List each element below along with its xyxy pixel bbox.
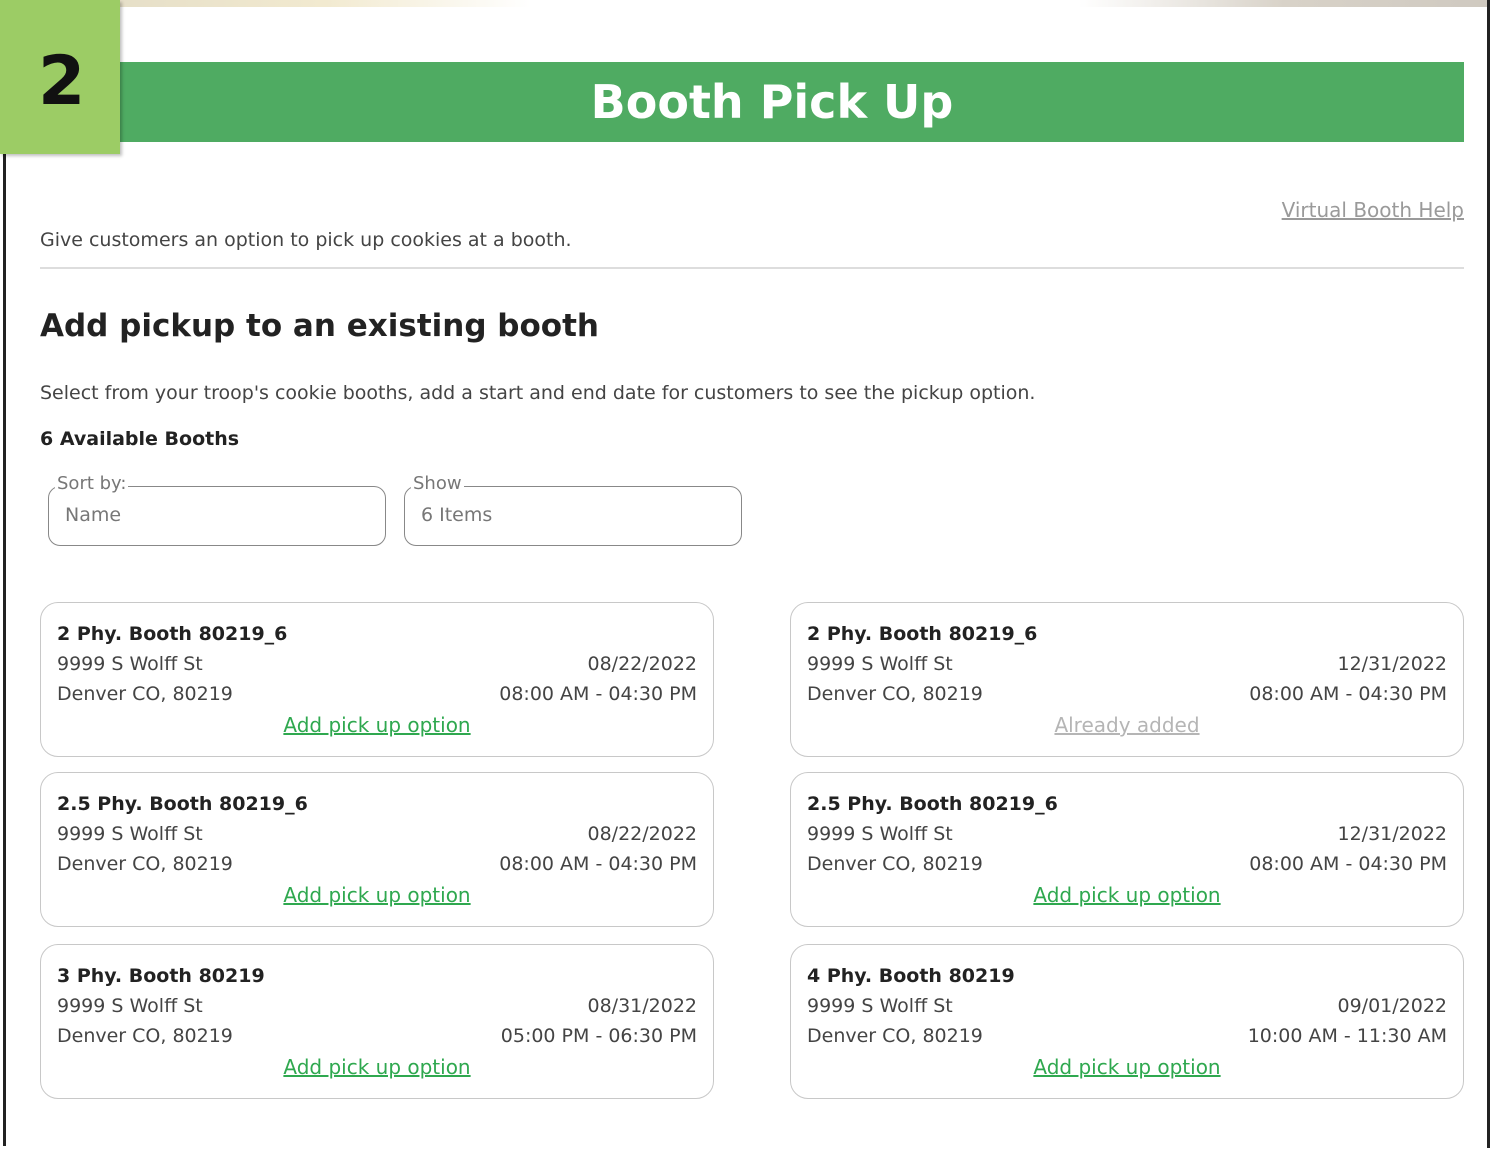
booth-date: 08/22/2022 [587,653,697,675]
header-bar: Booth Pick Up [120,62,1464,142]
booth-city: Denver CO, 80219 [57,683,233,705]
page-frame: 2 Booth Pick Up Virtual Booth Help Give … [0,0,1492,1150]
add-pickup-option-link[interactable]: Add pick up option [791,883,1463,907]
booth-title: 4 Phy. Booth 80219 [807,965,1015,987]
booth-city: Denver CO, 80219 [57,853,233,875]
booth-date: 12/31/2022 [1337,823,1447,845]
show-value: 6 Items [421,504,493,526]
booth-title: 2.5 Phy. Booth 80219_6 [57,793,308,815]
booth-card: 2.5 Phy. Booth 80219_6 9999 S Wolff St D… [40,772,714,927]
booth-date: 12/31/2022 [1337,653,1447,675]
frame-border-left [3,150,6,1146]
booth-city: Denver CO, 80219 [807,853,983,875]
booth-card: 3 Phy. Booth 80219 9999 S Wolff St Denve… [40,944,714,1099]
sort-by-label: Sort by: [55,473,129,494]
booth-street: 9999 S Wolff St [807,995,953,1017]
add-pickup-option-link[interactable]: Add pick up option [791,1055,1463,1079]
booth-title: 2 Phy. Booth 80219_6 [807,623,1038,645]
step-number: 2 [38,42,86,121]
booth-time: 05:00 PM - 06:30 PM [500,1025,697,1047]
frame-border-right [1487,0,1490,1148]
booth-street: 9999 S Wolff St [57,823,203,845]
booth-title: 2.5 Phy. Booth 80219_6 [807,793,1058,815]
booth-card: 2 Phy. Booth 80219_6 9999 S Wolff St Den… [40,602,714,757]
add-pickup-option-link[interactable]: Add pick up option [41,883,713,907]
page-title: Booth Pick Up [590,75,954,129]
top-image-strip [120,0,1490,7]
booth-street: 9999 S Wolff St [57,995,203,1017]
booth-city: Denver CO, 80219 [807,683,983,705]
show-label: Show [411,473,464,494]
booth-time: 08:00 AM - 04:30 PM [1249,853,1447,875]
section-description: Select from your troop's cookie booths, … [40,382,1036,404]
booth-time: 10:00 AM - 11:30 AM [1247,1025,1447,1047]
booth-time: 08:00 AM - 04:30 PM [499,683,697,705]
booth-date: 09/01/2022 [1337,995,1447,1017]
show-items-select[interactable]: Show 6 Items [404,473,742,546]
intro-text: Give customers an option to pick up cook… [40,229,572,251]
add-pickup-option-link[interactable]: Add pick up option [41,713,713,737]
booth-street: 9999 S Wolff St [807,823,953,845]
virtual-booth-help-link[interactable]: Virtual Booth Help [1282,198,1464,222]
add-pickup-option-link[interactable]: Add pick up option [41,1055,713,1079]
section-divider [40,267,1464,269]
booth-street: 9999 S Wolff St [57,653,203,675]
already-added-label: Already added [1054,713,1200,737]
booth-title: 3 Phy. Booth 80219 [57,965,265,987]
available-booths-count: 6 Available Booths [40,428,240,450]
booth-city: Denver CO, 80219 [57,1025,233,1047]
booth-card: 2 Phy. Booth 80219_6 9999 S Wolff St Den… [790,602,1464,757]
step-badge: 2 [0,0,120,154]
booth-street: 9999 S Wolff St [807,653,953,675]
booth-city: Denver CO, 80219 [807,1025,983,1047]
booth-date: 08/22/2022 [587,823,697,845]
booth-title: 2 Phy. Booth 80219_6 [57,623,288,645]
booth-time: 08:00 AM - 04:30 PM [1249,683,1447,705]
booth-card: 4 Phy. Booth 80219 9999 S Wolff St Denve… [790,944,1464,1099]
booth-date: 08/31/2022 [587,995,697,1017]
sort-by-select[interactable]: Sort by: Name [48,473,386,546]
booth-card: 2.5 Phy. Booth 80219_6 9999 S Wolff St D… [790,772,1464,927]
section-title: Add pickup to an existing booth [40,308,599,344]
booth-time: 08:00 AM - 04:30 PM [499,853,697,875]
sort-by-value: Name [65,504,122,526]
